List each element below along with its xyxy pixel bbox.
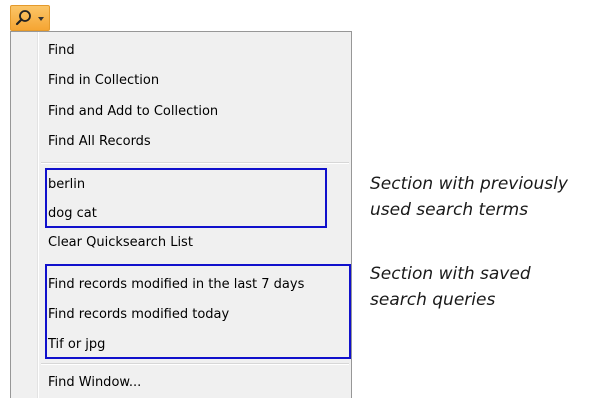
menu-item-find[interactable]: Find (48, 43, 75, 59)
menu-item-find-in-collection[interactable]: Find in Collection (48, 73, 159, 89)
recent-terms-highlight (45, 168, 327, 228)
menu-icon-gutter (37, 32, 39, 398)
menu-item-find-and-add-to-collection[interactable]: Find and Add to Collection (48, 104, 218, 120)
quicksearch-button[interactable] (10, 5, 50, 31)
saved-queries-annotation-line1: Section with saved (370, 264, 531, 284)
menu-item-find-window[interactable]: Find Window... (48, 375, 141, 391)
recent-terms-annotation-line1: Section with previously (370, 174, 568, 194)
saved-queries-annotation-line2: search queries (370, 290, 496, 310)
saved-queries-highlight (45, 264, 351, 359)
screenshot-stage: Find Find in Collection Find and Add to … (0, 0, 590, 398)
menu-separator (41, 162, 349, 164)
menu-separator (41, 363, 349, 365)
recent-terms-annotation-line2: used search terms (370, 200, 529, 220)
menu-item-find-all-records[interactable]: Find All Records (48, 134, 151, 150)
menu-item-clear-quicksearch-list[interactable]: Clear Quicksearch List (48, 235, 193, 251)
caret-down-icon[interactable] (38, 17, 44, 21)
